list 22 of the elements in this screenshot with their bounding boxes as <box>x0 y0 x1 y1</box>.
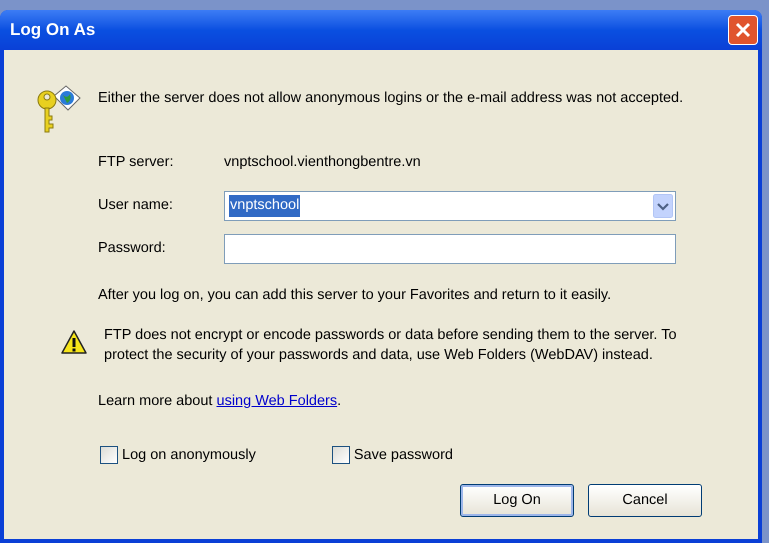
checkbox-label: Log on anonymously <box>122 446 256 464</box>
field-label: User name: <box>98 196 174 216</box>
user-name-combo[interactable]: vnptschool <box>224 191 676 221</box>
field-label: Password: <box>98 239 167 258</box>
checkbox[interactable] <box>332 446 350 464</box>
close-icon <box>735 22 751 38</box>
password-field[interactable] <box>224 234 676 264</box>
web-folders-link[interactable]: using Web Folders <box>216 392 338 409</box>
learn-more-text: Learn more about using Web Folders. <box>97 392 342 411</box>
warning-message: FTP does not encrypt or encode passwords or data before sending them to the server. To protect the security of your passwords and data, use Web Folders (WebDAV) instead. <box>104 326 678 365</box>
favorites-note: After you log on, you can add this server to your Favorites and return to it easily. <box>98 286 612 305</box>
checkbox-label: Save password <box>354 446 453 464</box>
field-value: vnptschool <box>229 195 300 217</box>
cancel-button[interactable]: Cancel <box>588 484 702 518</box>
error-message: Either the server does not allow anonymous logins or the e-mail address was not accepted. <box>98 89 684 108</box>
log-on-button[interactable]: Log On <box>460 484 574 518</box>
close-button[interactable] <box>728 15 758 45</box>
window-title: Log On As <box>10 19 96 42</box>
warning-icon <box>60 328 88 355</box>
field-label: FTP server: <box>98 153 174 172</box>
field-value: vnptschool.vienthongbentre.vn <box>224 153 421 172</box>
checkbox[interactable] <box>100 446 118 464</box>
